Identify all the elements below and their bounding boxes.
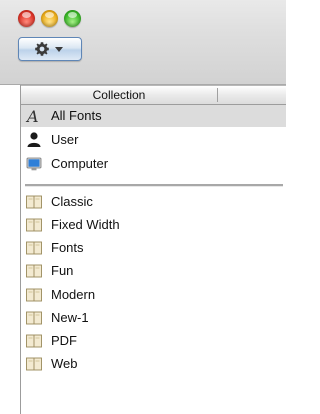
all-fonts-icon: A: [25, 107, 39, 125]
window-toolbar: [0, 0, 286, 85]
list-item-label: Modern: [51, 287, 96, 302]
collection-header-label: Collection: [92, 88, 146, 102]
list-item-label: Computer: [51, 156, 109, 171]
book-icon: [26, 334, 42, 348]
list-item-web[interactable]: Web: [21, 353, 286, 375]
list-item-label: PDF: [51, 333, 77, 348]
list-item-new-1[interactable]: New-1: [21, 307, 286, 329]
list-item-label: Web: [51, 356, 78, 371]
list-separator: [25, 184, 283, 187]
list-item-label: Fonts: [51, 240, 84, 255]
chevron-down-icon: [55, 47, 63, 52]
close-button[interactable]: [18, 10, 35, 27]
book-icon: [26, 311, 42, 325]
computer-icon: [26, 157, 42, 171]
list-item-label: User: [51, 132, 79, 147]
book-icon: [26, 357, 42, 371]
list-item-computer[interactable]: Computer: [21, 153, 286, 175]
user-icon: [27, 132, 41, 147]
book-icon: [26, 195, 42, 209]
list-empty-area: [21, 379, 286, 414]
list-item-fun[interactable]: Fun: [21, 260, 286, 282]
list-item-label: All Fonts: [51, 108, 102, 123]
list-item-fixed-width[interactable]: Fixed Width: [21, 214, 286, 236]
action-menu-button[interactable]: [18, 37, 82, 61]
list-item-all-fonts[interactable]: A All Fonts: [21, 105, 286, 127]
list-item-label: Fixed Width: [51, 217, 120, 232]
list-item-modern[interactable]: Modern: [21, 284, 286, 306]
column-divider[interactable]: [217, 88, 218, 102]
book-icon: [26, 264, 42, 278]
list-item-pdf[interactable]: PDF: [21, 330, 286, 352]
collection-list[interactable]: Collection A All Fonts User Computer Cla…: [20, 85, 286, 414]
book-icon: [26, 241, 42, 255]
zoom-button[interactable]: [64, 10, 81, 27]
list-item-user[interactable]: User: [21, 129, 286, 151]
collection-column-header[interactable]: Collection: [21, 85, 286, 105]
list-item-fonts[interactable]: Fonts: [21, 237, 286, 259]
gear-icon: [35, 42, 49, 56]
list-item-label: Fun: [51, 263, 74, 278]
list-item-label: Classic: [51, 194, 93, 209]
minimize-button[interactable]: [41, 10, 58, 27]
font-book-window: Collection A All Fonts User Computer Cla…: [0, 0, 286, 414]
book-icon: [26, 288, 42, 302]
book-icon: [26, 218, 42, 232]
list-item-label: New-1: [51, 310, 89, 325]
list-item-classic[interactable]: Classic: [21, 191, 286, 213]
svg-text:A: A: [25, 107, 39, 125]
